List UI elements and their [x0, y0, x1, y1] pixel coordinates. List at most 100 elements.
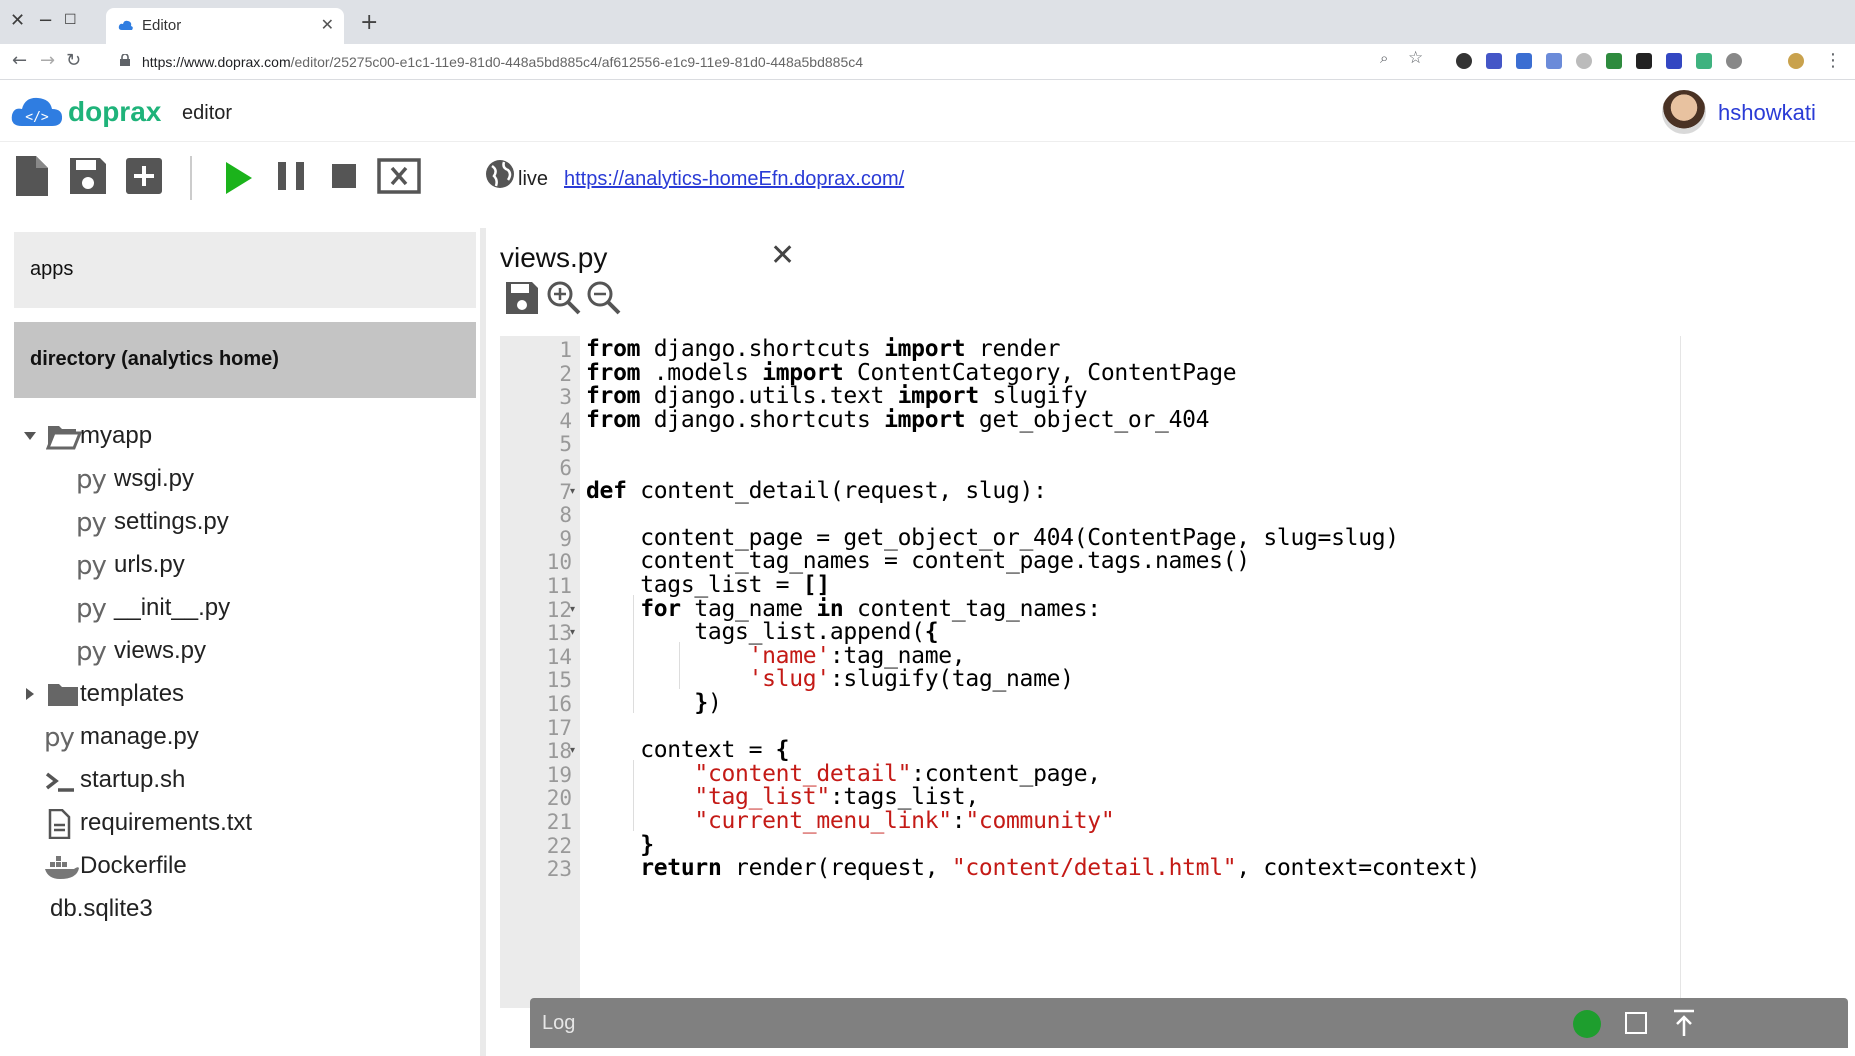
code-line: from django.shortcuts import render [586, 336, 1061, 362]
code-line: "content_detail":content_page, [586, 761, 1101, 787]
caret-down-icon[interactable] [22, 430, 38, 442]
code-token: django.shortcuts [640, 406, 885, 433]
tree-file-db[interactable]: db.sqlite3 [50, 889, 350, 929]
tree-folder-myapp[interactable]: myapp [22, 416, 322, 456]
python-file-icon: py [76, 551, 107, 581]
tree-file-settings[interactable]: py settings.py [76, 502, 376, 542]
run-play-icon[interactable] [218, 154, 258, 198]
tree-file-init[interactable]: py __init__.py [76, 588, 376, 628]
browser-menu-icon[interactable]: ⋮ [1824, 50, 1842, 71]
tree-file-views[interactable]: py views.py [76, 631, 376, 671]
directory-header[interactable]: directory (analytics home) [14, 322, 476, 398]
brand-name[interactable]: doprax [68, 96, 161, 128]
tree-file-requirements[interactable]: requirements.txt [44, 803, 364, 843]
tree-file-dockerfile[interactable]: Dockerfile [44, 846, 344, 886]
code-token: from [586, 406, 641, 433]
line-number: 16 [546, 692, 572, 716]
maximize-log-icon[interactable] [1625, 1012, 1647, 1034]
tree-label: templates [80, 680, 185, 707]
reload-icon[interactable]: ↻ [66, 50, 81, 71]
pause-icon[interactable] [272, 154, 312, 198]
tree-file-startup[interactable]: startup.sh [44, 760, 344, 800]
code-token: "community" [965, 808, 1115, 834]
fold-toggle-icon[interactable]: ▾ [570, 486, 575, 497]
extension-icon-6[interactable] [1606, 53, 1622, 69]
new-tab-icon[interactable]: + [360, 10, 378, 35]
window-minimize-icon[interactable]: − [38, 10, 53, 31]
close-box-icon[interactable] [376, 154, 422, 198]
tree-file-wsgi[interactable]: py wsgi.py [76, 459, 376, 499]
fold-toggle-icon[interactable]: ▾ [570, 627, 575, 638]
zoom-out-icon[interactable] [586, 280, 622, 316]
doprax-logo-icon[interactable]: </> [10, 94, 64, 128]
live-url-link[interactable]: https://analytics-homeEfn.doprax.com/ [564, 168, 904, 191]
code-token: } [640, 831, 654, 858]
zoom-icon[interactable]: ⌕ [1380, 49, 1388, 67]
terminal-icon [45, 772, 74, 792]
code-line: tags_list.append({ [586, 619, 938, 645]
log-label: Log [542, 1012, 576, 1034]
url-domain: https://www.doprax.com [142, 54, 291, 70]
code-token: from [586, 359, 641, 386]
line-number: 21 [546, 810, 572, 834]
zoom-in-icon[interactable] [546, 280, 582, 316]
print-margin [1680, 336, 1681, 1008]
code-token: ) [707, 690, 722, 716]
username-link[interactable]: hshowkati [1718, 100, 1816, 126]
code-line: "current_menu_link":"community" [586, 808, 1114, 834]
extension-icon-7[interactable] [1636, 53, 1652, 69]
svg-text:</>: </> [25, 110, 49, 125]
profile-icon[interactable] [1788, 53, 1804, 69]
expand-log-icon[interactable] [1670, 1008, 1698, 1038]
window-maximize-icon[interactable]: ☐ [64, 12, 77, 28]
bookmark-star-icon[interactable]: ☆ [1408, 48, 1423, 68]
code-editor[interactable]: 1 2 3 4 5 6 7 ▾ 8 9 10 11 12 ▾ 13 ▾ 14 15 16 17 18 ▾ 19 20 21 22 2… [500, 336, 1680, 1008]
line-number: 6 [559, 456, 572, 480]
code-token: get_object_or_404 [965, 406, 1210, 433]
code-token: : [951, 808, 966, 834]
back-icon[interactable]: ← [12, 50, 27, 71]
extension-icon-2[interactable] [1486, 53, 1502, 69]
extension-icon-8[interactable] [1666, 53, 1682, 69]
extension-icon-10[interactable] [1726, 53, 1742, 69]
docker-icon [45, 856, 79, 879]
code-token: content_page = get_object_or_404(Content… [586, 524, 1399, 551]
code-token: tags_list = [586, 572, 803, 598]
extension-icon-3[interactable] [1516, 53, 1532, 69]
browser-tab[interactable]: Editor ✕ [106, 8, 344, 44]
sidebar: apps directory (analytics home) myapp py… [0, 228, 480, 1056]
extension-icon-4[interactable] [1546, 53, 1562, 69]
extension-icon-1[interactable] [1456, 53, 1472, 69]
add-icon[interactable] [124, 154, 164, 198]
save-file-icon[interactable] [504, 280, 540, 316]
code-token: { [924, 619, 939, 646]
address-bar[interactable]: https://www.doprax.com/editor/25275c00-e… [110, 48, 1440, 76]
tree-file-manage[interactable]: py manage.py [44, 717, 344, 757]
line-number: 18 [546, 739, 572, 764]
code-area[interactable]: from django.shortcuts import render from … [580, 336, 1680, 1008]
stop-icon[interactable] [326, 154, 366, 198]
code-token: for [640, 595, 681, 622]
extension-icon-9[interactable] [1696, 53, 1712, 69]
new-file-icon[interactable] [12, 154, 52, 198]
caret-right-icon[interactable] [24, 686, 36, 702]
fold-toggle-icon[interactable]: ▾ [570, 745, 575, 756]
apps-panel[interactable]: apps [14, 232, 476, 308]
tree-folder-templates[interactable]: templates [22, 674, 322, 714]
log-bar[interactable]: Log [530, 998, 1848, 1048]
line-number: 4 [559, 408, 572, 433]
tree-file-urls[interactable]: py urls.py [76, 545, 376, 585]
code-line: from django.utils.text import slugify [586, 383, 1088, 409]
fold-toggle-icon[interactable]: ▾ [570, 604, 575, 615]
extension-icon-5[interactable] [1576, 53, 1592, 69]
save-icon[interactable] [68, 154, 108, 198]
window-close-icon[interactable]: ✕ [10, 10, 25, 31]
close-file-icon[interactable]: ✕ [770, 238, 795, 273]
tree-label: wsgi.py [114, 465, 195, 492]
forward-icon[interactable]: → [40, 50, 55, 71]
code-token: 'name' [748, 642, 831, 669]
tab-close-icon[interactable]: ✕ [321, 15, 334, 34]
avatar[interactable] [1662, 90, 1706, 134]
